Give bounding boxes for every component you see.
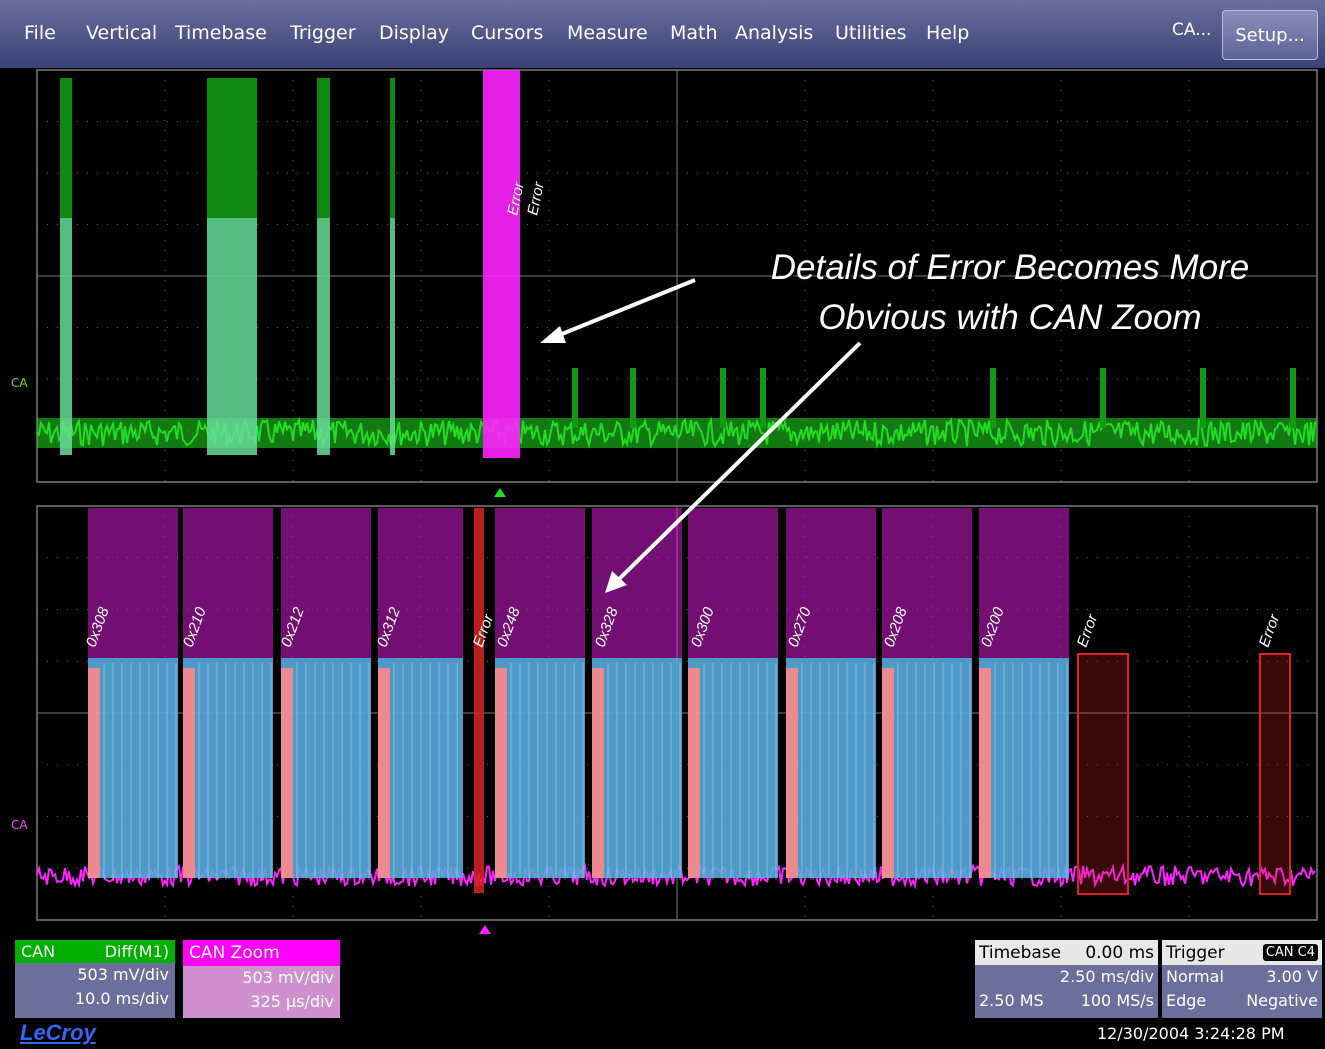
frame-fill xyxy=(688,658,778,878)
trace-spike xyxy=(990,368,996,428)
menu-analysis[interactable]: Analysis xyxy=(735,22,813,44)
frame-burst-peak xyxy=(390,78,395,218)
frame-sof xyxy=(882,668,894,878)
frame-fill xyxy=(88,658,178,878)
menu-measure[interactable]: Measure xyxy=(567,22,648,44)
error-box-fill xyxy=(1260,654,1290,894)
trace-spike xyxy=(572,368,578,428)
trigger-source-badge: CAN C4 xyxy=(1262,944,1318,961)
waveform-display[interactable]: Error Error 0x308 0x210 0x212 0x312 Error0x2… xyxy=(0,68,1325,936)
timebase-sampling: 2.50 MS 100 MS/s xyxy=(975,989,1158,1013)
zoom-channel-label: CA xyxy=(11,818,28,832)
menu-math[interactable]: Math xyxy=(670,22,718,44)
can-descriptor-header: CAN Diff(M1) xyxy=(15,940,175,963)
timebase-samples: 2.50 MS xyxy=(979,991,1044,1010)
annotation-arrow-head xyxy=(540,326,566,343)
trigger-descriptor[interactable]: Trigger CAN C4 Normal 3.00 V Edge Negati… xyxy=(1162,940,1322,1018)
can-name: CAN xyxy=(21,942,56,961)
menu-timebase[interactable]: Timebase xyxy=(175,22,267,44)
trigger-mode: Normal xyxy=(1166,967,1224,986)
trace-spike xyxy=(760,368,766,428)
timebase-descriptor[interactable]: Timebase 0.00 ms 2.50 ms/div 2.50 MS 100… xyxy=(975,940,1158,1018)
frame-fill xyxy=(979,658,1069,878)
zoom-trigger-marker xyxy=(479,925,491,934)
menu-utilities[interactable]: Utilities xyxy=(835,22,907,44)
trigger-marker xyxy=(494,488,506,497)
frame-fill xyxy=(882,658,972,878)
frame-sof xyxy=(281,668,293,878)
frame-sof xyxy=(688,668,700,878)
annotation-callout: Details of Error Becomes More Obvious wi… xyxy=(650,243,1325,343)
can-zoom-trace xyxy=(36,508,1316,895)
annotation-line2: Obvious with CAN Zoom xyxy=(818,298,1202,337)
frame-burst-peak xyxy=(207,78,257,218)
frame-fill xyxy=(183,658,273,878)
frame-sof xyxy=(183,668,195,878)
error-frame xyxy=(483,70,520,458)
menu-bar: File Vertical Timebase Trigger Display C… xyxy=(0,0,1325,68)
timebase-header: Timebase 0.00 ms xyxy=(975,940,1158,965)
frame-burst-peak xyxy=(60,78,72,218)
menu-trigger[interactable]: Trigger xyxy=(290,22,356,44)
top-decode-labels: Error Error xyxy=(504,180,548,217)
error-box-fill xyxy=(1078,654,1128,894)
channel-shortcut-button[interactable]: CA... xyxy=(1172,20,1211,40)
frame-burst xyxy=(60,218,72,455)
decode-label: Error xyxy=(1074,611,1102,649)
frame-sof xyxy=(786,668,798,878)
trace-spike xyxy=(1100,368,1106,428)
frame-fill xyxy=(281,658,371,878)
setup-button[interactable]: Setup... xyxy=(1222,10,1318,60)
frame-burst xyxy=(390,218,395,455)
menu-display[interactable]: Display xyxy=(379,22,449,44)
frame-sof xyxy=(378,668,390,878)
decode-label-error: Error xyxy=(524,180,548,217)
decode-label: Error xyxy=(1256,611,1284,649)
channel-label: CA xyxy=(11,376,28,390)
menu-vertical[interactable]: Vertical xyxy=(86,22,157,44)
zoom-vdiv: 503 mV/div xyxy=(242,968,334,987)
zoom-name: CAN Zoom xyxy=(183,940,340,966)
frame-sof xyxy=(592,668,604,878)
annotation-line1: Details of Error Becomes More xyxy=(770,248,1250,287)
frame-sof xyxy=(979,668,991,878)
timestamp: 12/30/2004 3:24:28 PM xyxy=(1097,1024,1285,1043)
frame-burst-peak xyxy=(317,78,330,218)
trigger-row2: Edge Negative xyxy=(1162,989,1322,1013)
frame-fill xyxy=(495,658,585,878)
timebase-title: Timebase xyxy=(979,942,1062,963)
timebase-delay: 0.00 ms xyxy=(1085,942,1154,963)
menu-help[interactable]: Help xyxy=(926,22,969,44)
menu-cursors[interactable]: Cursors xyxy=(471,22,543,44)
frame-burst xyxy=(207,218,257,455)
frame-fill xyxy=(592,658,682,878)
frame-burst xyxy=(317,218,330,455)
can-vdiv: 503 mV/div xyxy=(77,965,169,984)
zoom-tdiv: 325 µs/div xyxy=(250,992,334,1011)
trigger-title: Trigger xyxy=(1166,942,1225,963)
trigger-header: Trigger CAN C4 xyxy=(1162,940,1322,965)
frame-sof xyxy=(495,668,507,878)
can-descriptor[interactable]: CAN Diff(M1) 503 mV/div 10.0 ms/div xyxy=(15,940,175,1018)
timebase-tdiv: 2.50 ms/div xyxy=(1059,967,1154,986)
frame-sof xyxy=(88,668,100,878)
trigger-level: 3.00 V xyxy=(1266,967,1318,986)
lecroy-logo: LeCroy xyxy=(20,1020,96,1045)
error-marker xyxy=(474,508,484,893)
trace-spike xyxy=(1200,368,1206,428)
trace-spike xyxy=(720,368,726,428)
timebase-rate: 100 MS/s xyxy=(1080,991,1154,1010)
can-zoom-descriptor[interactable]: CAN Zoom 503 mV/div 325 µs/div xyxy=(183,940,340,1018)
can-source: Diff(M1) xyxy=(104,942,169,961)
trace-spike xyxy=(630,368,636,428)
frame-fill xyxy=(786,658,876,878)
trace-spike xyxy=(1290,368,1296,428)
can-tdiv: 10.0 ms/div xyxy=(74,989,169,1008)
trigger-type: Edge xyxy=(1166,991,1207,1010)
menu-file[interactable]: File xyxy=(24,22,56,44)
trigger-row1: Normal 3.00 V xyxy=(1162,965,1322,989)
trigger-slope: Negative xyxy=(1246,991,1318,1010)
